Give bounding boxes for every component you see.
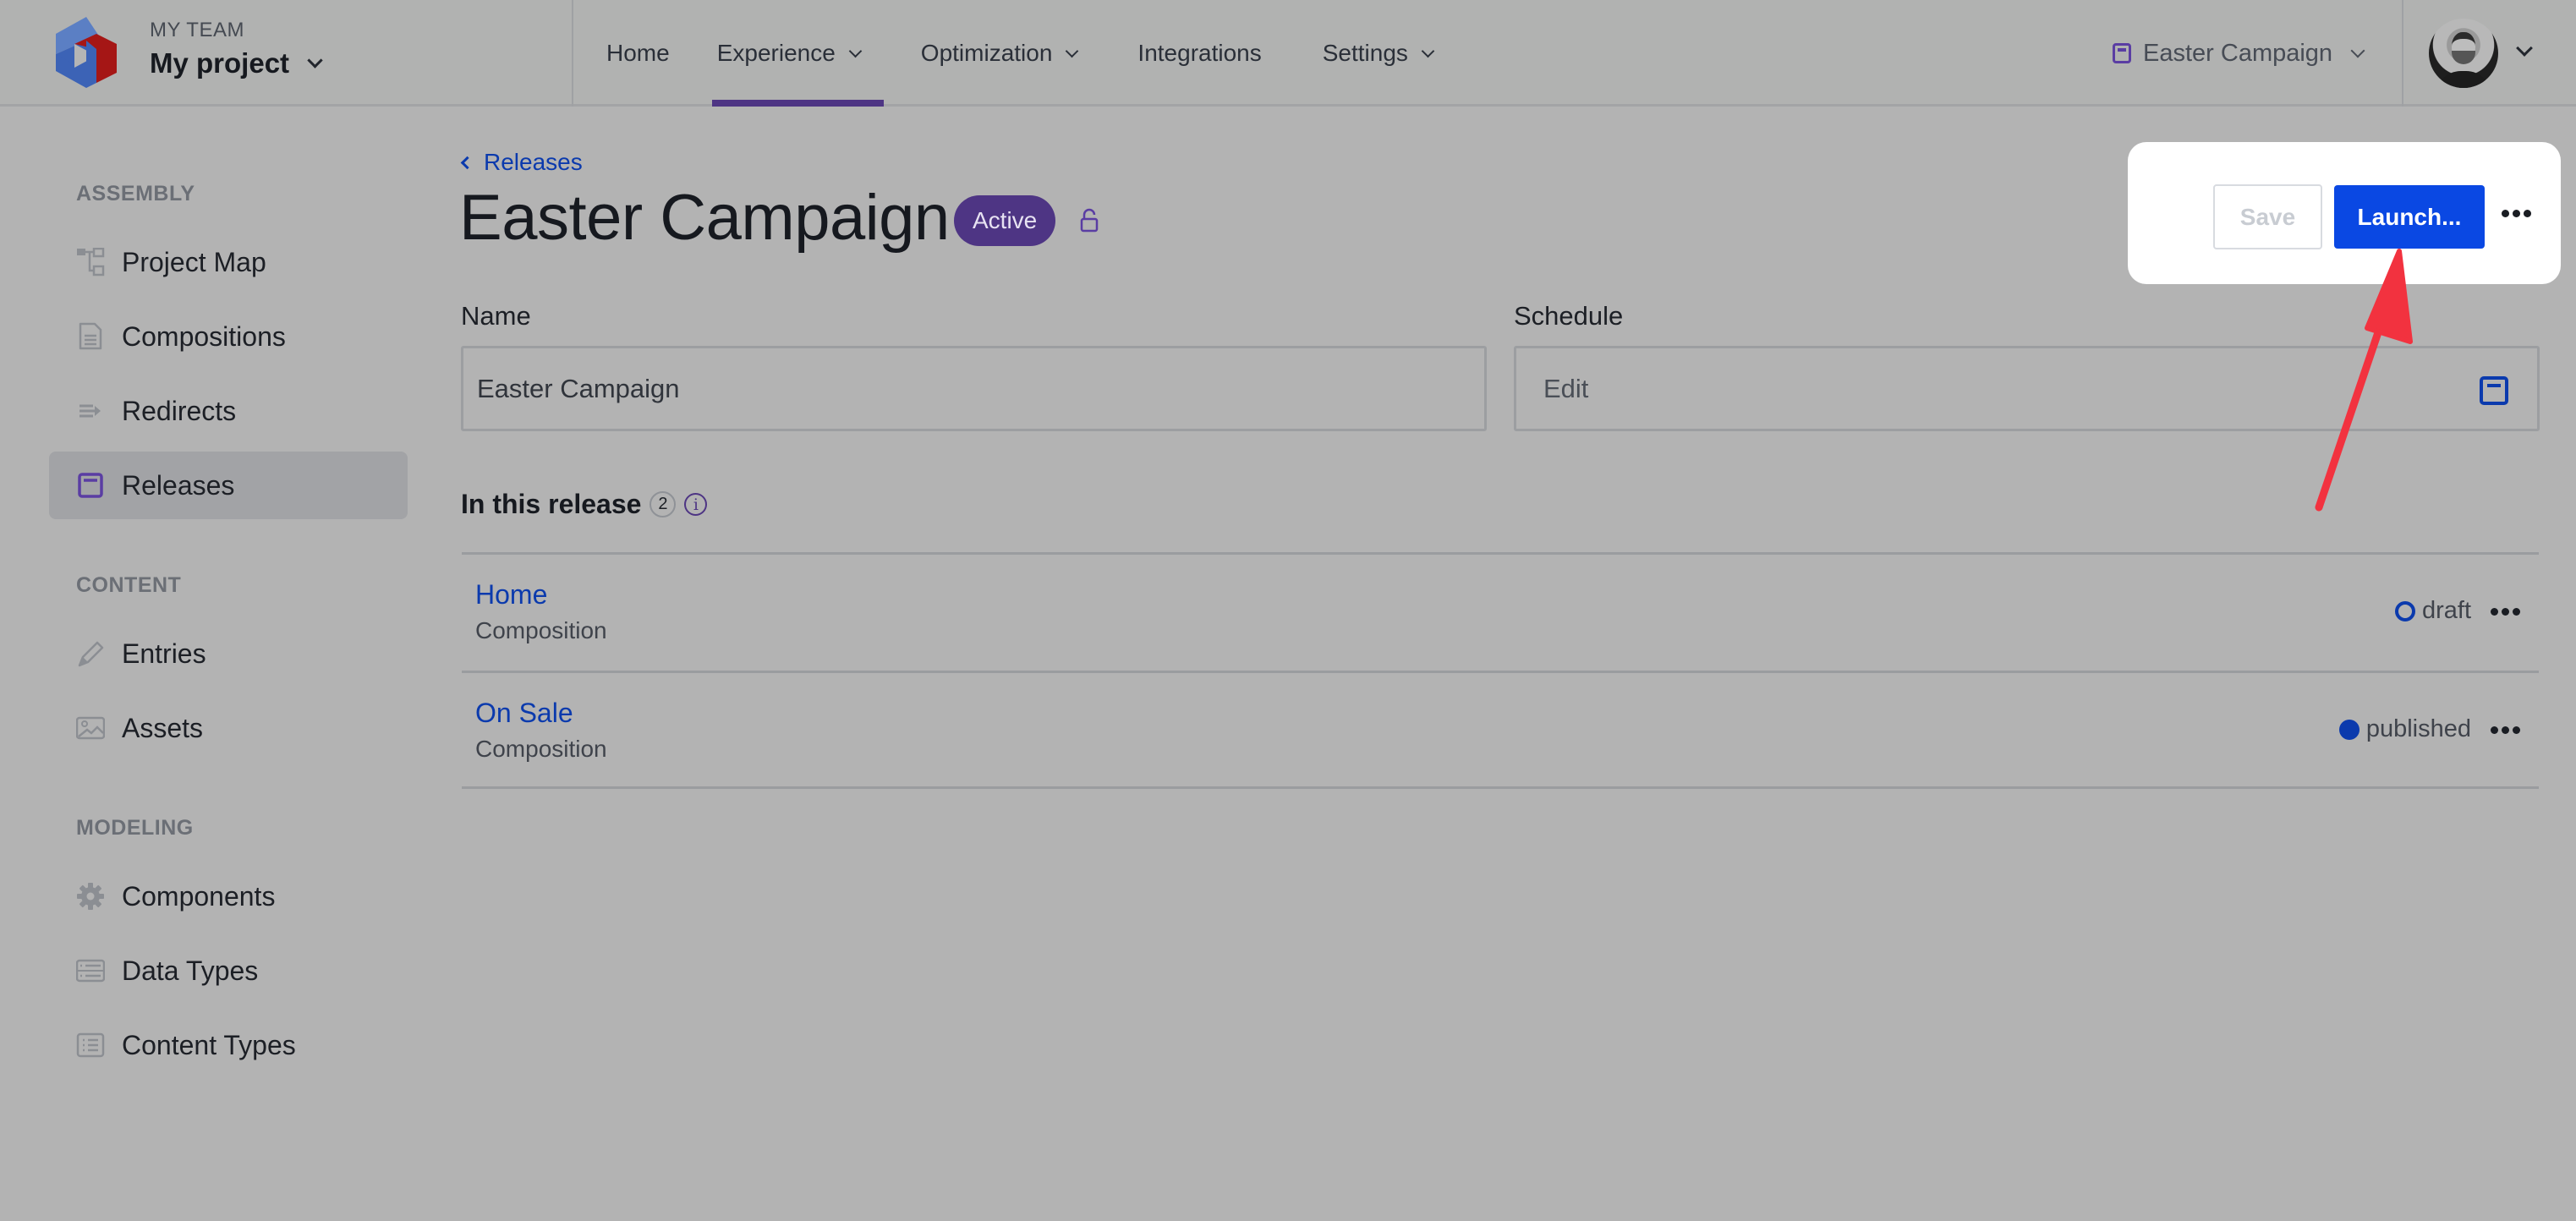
calendar-icon[interactable] — [2480, 376, 2508, 405]
name-label: Name — [461, 301, 531, 331]
gear-icon — [76, 882, 105, 911]
project-dropdown[interactable]: My project — [150, 47, 323, 79]
sidebar-item-components[interactable]: Components — [49, 862, 408, 930]
item-count-badge: 2 — [649, 491, 677, 517]
nav-label: Optimization — [920, 40, 1053, 66]
nav-experience[interactable]: Experience — [699, 0, 887, 107]
schedule-field[interactable]: Edit — [1514, 346, 2540, 431]
chevron-left-icon — [460, 156, 474, 169]
published-status-icon — [2338, 719, 2360, 740]
status-label: draft — [2421, 597, 2471, 624]
info-icon[interactable]: i — [684, 493, 708, 516]
release-switcher[interactable]: Easter Campaign — [2113, 0, 2365, 107]
sidebar-item-label: Content Types — [122, 1029, 296, 1060]
redirect-icon — [76, 397, 105, 425]
nav-settings[interactable]: Settings — [1289, 0, 1460, 107]
save-button[interactable]: Save — [2213, 184, 2322, 249]
chevron-down-icon — [1421, 44, 1435, 57]
sidebar-section-title: ASSEMBLY — [76, 182, 195, 205]
nav-optimization[interactable]: Optimization — [887, 0, 1104, 107]
nav-label: Settings — [1322, 40, 1408, 66]
sidebar-item-label: Redirects — [122, 395, 237, 426]
release-switcher-label: Easter Campaign — [2143, 39, 2333, 67]
release-items-list: Home Composition draft On Sale Compositi… — [462, 552, 2539, 789]
chevron-down-icon — [1066, 44, 1079, 57]
sidebar-item-assets[interactable]: Assets — [49, 694, 408, 762]
sidebar-item-label: Project Map — [122, 246, 266, 277]
sidebar-item-releases[interactable]: Releases — [49, 452, 408, 519]
sidebar: ASSEMBLY Project Map Compositions Redire… — [0, 109, 423, 1221]
page-title: Easter Campaign — [459, 182, 950, 254]
breadcrumb-back-link[interactable]: Releases — [458, 149, 583, 176]
main-nav: Home Experience Optimization Integration… — [573, 0, 1460, 107]
more-options-icon[interactable] — [2491, 608, 2520, 616]
header-divider — [2402, 0, 2403, 107]
sidebar-item-project-map[interactable]: Project Map — [49, 228, 408, 296]
item-title-link[interactable]: Home — [475, 579, 547, 610]
item-status: published — [2338, 715, 2471, 743]
pencil-icon — [76, 639, 105, 668]
nav-home[interactable]: Home — [573, 0, 699, 107]
section-heading-text: In this release — [461, 489, 642, 519]
app-logo-icon[interactable] — [52, 15, 120, 90]
sidebar-item-label: Entries — [122, 638, 206, 669]
status-label: published — [2365, 715, 2471, 742]
avatar[interactable] — [2429, 19, 2498, 88]
sidebar-item-content-types[interactable]: Content Types — [49, 1011, 408, 1079]
sidebar-item-label: Assets — [122, 712, 204, 743]
schedule-value: Edit — [1543, 373, 1589, 403]
nav-label: Experience — [716, 40, 836, 66]
list-item: On Sale Composition published — [462, 671, 2539, 789]
list-icon — [76, 1031, 105, 1059]
project-switcher: MY TEAM My project — [150, 19, 323, 79]
team-label: MY TEAM — [150, 19, 244, 41]
name-input[interactable] — [461, 346, 1487, 431]
more-options-icon[interactable] — [2491, 726, 2520, 734]
sidebar-item-label: Data Types — [122, 955, 259, 986]
sidebar-item-label: Compositions — [122, 320, 286, 352]
list-item: Home Composition draft — [462, 552, 2539, 671]
sidebar-item-data-types[interactable]: Data Types — [49, 937, 408, 1005]
sidebar-section-title: CONTENT — [76, 573, 182, 597]
breadcrumb-label: Releases — [484, 149, 583, 175]
nav-label: Integrations — [1137, 40, 1262, 66]
nav-label: Home — [606, 40, 670, 66]
avatar-shirt — [2436, 71, 2491, 88]
draft-status-icon — [2394, 600, 2415, 621]
chevron-down-icon — [848, 44, 863, 57]
nav-integrations[interactable]: Integrations — [1104, 0, 1288, 107]
release-items-heading: In this release 2 i — [461, 489, 708, 520]
chevron-down-icon — [307, 52, 323, 68]
sidebar-section-title: MODELING — [76, 816, 194, 840]
item-type: Composition — [475, 736, 607, 762]
unlock-icon[interactable] — [1077, 208, 1101, 233]
project-map-icon — [76, 248, 105, 277]
account-menu-chevron-icon[interactable] — [2516, 40, 2533, 57]
avatar-beard — [2452, 51, 2475, 64]
image-icon — [76, 714, 105, 742]
document-icon — [76, 322, 105, 351]
item-type: Composition — [475, 617, 607, 643]
calendar-icon — [76, 471, 105, 500]
sidebar-item-entries[interactable]: Entries — [49, 620, 408, 687]
project-name: My project — [150, 47, 290, 79]
sidebar-item-compositions[interactable]: Compositions — [49, 303, 408, 370]
schedule-label: Schedule — [1514, 301, 1624, 331]
sidebar-item-label: Components — [122, 880, 276, 912]
chevron-down-icon — [2350, 43, 2365, 58]
more-options-icon[interactable] — [2502, 210, 2531, 217]
item-status: draft — [2394, 597, 2471, 625]
status-badge: Active — [954, 195, 1056, 246]
item-title-link[interactable]: On Sale — [475, 698, 573, 729]
calendar-icon — [2113, 43, 2131, 63]
sidebar-item-label: Releases — [122, 469, 235, 501]
top-bar: MY TEAM My project Home Experience Optim… — [0, 0, 2576, 107]
launch-button[interactable]: Launch... — [2334, 185, 2485, 249]
sidebar-item-redirects[interactable]: Redirects — [49, 377, 408, 445]
data-types-icon — [76, 956, 105, 985]
